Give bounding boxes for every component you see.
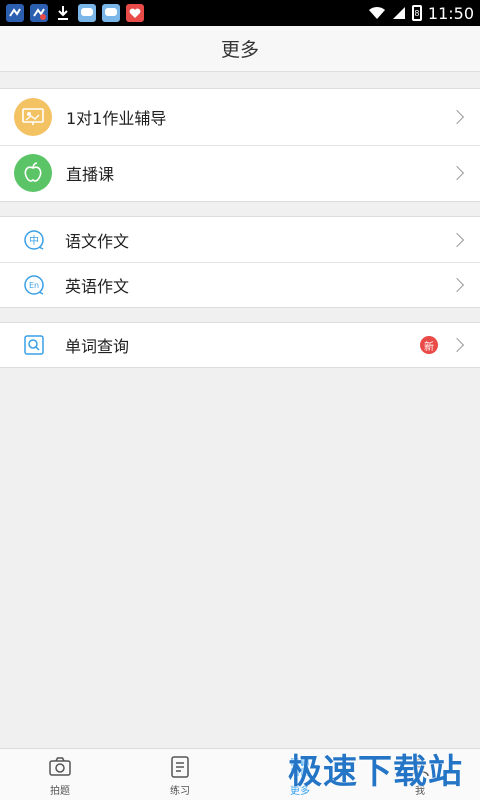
signal-icon (392, 7, 405, 19)
dictionary-group: 单词查询 新 (0, 322, 480, 368)
tab-label: 练习 (170, 786, 190, 797)
search-book-icon (22, 333, 46, 357)
heart-app-icon (126, 4, 144, 22)
chinese-icon: 中 (22, 228, 46, 252)
chevron-right-icon (449, 337, 465, 353)
wifi-icon (368, 6, 385, 19)
notification-icons (6, 4, 144, 22)
tab-label: 拍题 (50, 786, 70, 797)
battery-icon: 8 (411, 5, 422, 21)
services-group: 1对1作业辅导 直播课 (0, 88, 480, 202)
english-icon: En (22, 273, 46, 297)
composition-group: 中 语文作文 En 英语作文 (0, 216, 480, 308)
download-icon (54, 4, 72, 22)
clock: 11:50 (427, 3, 474, 23)
new-badge: 新 (420, 336, 438, 354)
chevron-right-icon (449, 277, 465, 292)
system-indicators: 8 11:50 (368, 4, 474, 23)
list-item-live-class[interactable]: 直播课 (0, 145, 480, 201)
page-header: 更多 (0, 26, 480, 72)
camera-icon (49, 757, 71, 776)
list-item-english-composition[interactable]: En 英语作文 (0, 262, 480, 307)
app-notification-icon (30, 4, 48, 22)
list-item-label: 1对1作业辅导 (66, 109, 167, 128)
list-item-label: 英语作文 (65, 276, 130, 296)
chevron-right-icon (449, 165, 465, 181)
list-item-label: 直播课 (66, 165, 115, 184)
apple-icon (14, 154, 52, 192)
battery-level: 8 (414, 8, 420, 18)
list-item-word-lookup[interactable]: 单词查询 新 (0, 323, 480, 367)
chevron-right-icon (449, 109, 465, 125)
list-item-label: 语文作文 (65, 231, 130, 251)
list-item-label: 单词查询 (65, 337, 130, 356)
site-watermark: 极速下载站 (288, 752, 463, 792)
list-item-chinese-composition[interactable]: 中 语文作文 (0, 217, 480, 262)
notes-icon (171, 756, 189, 778)
chinese-icon-glyph: 中 (29, 234, 39, 247)
english-icon-glyph: En (29, 281, 39, 290)
page-title: 更多 (220, 39, 259, 61)
chat-bubble-icon (78, 4, 96, 22)
list-item-tutoring[interactable]: 1对1作业辅导 (0, 89, 480, 145)
app-notification-icon (6, 4, 24, 22)
chevron-right-icon (449, 232, 465, 247)
status-bar: 8 11:50 (0, 0, 480, 26)
whiteboard-icon (14, 98, 52, 136)
tab-practice[interactable]: 练习 (120, 749, 240, 800)
chat-bubble-icon (102, 4, 120, 22)
tab-photo-question[interactable]: 拍题 (0, 749, 120, 800)
